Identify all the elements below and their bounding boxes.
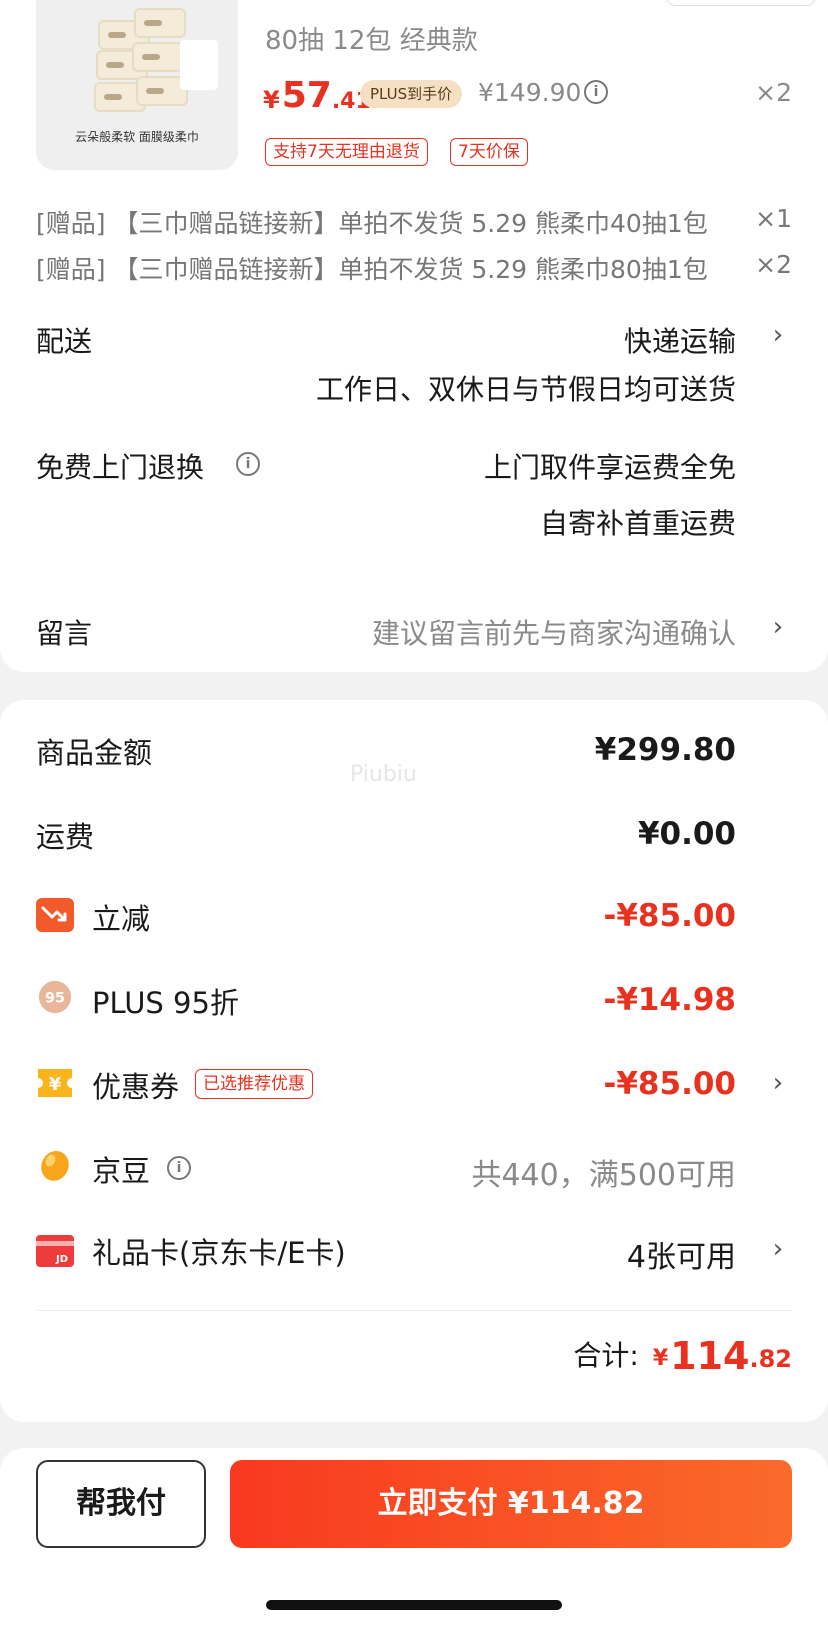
summary-divider — [36, 1310, 792, 1311]
gift-card-icon-text: JD — [55, 1254, 68, 1265]
shipping-label: 运费 — [36, 820, 95, 854]
service-tag-price-protect: 7天价保 — [450, 138, 528, 166]
coupon-label: 优惠券 — [92, 1070, 180, 1104]
message-label: 留言 — [36, 617, 93, 650]
product-pack-graphic — [134, 8, 186, 38]
coupon-recommended-badge: 已选推荐优惠 — [195, 1069, 313, 1099]
price-summary-card — [0, 700, 828, 1422]
help-pay-button[interactable]: 帮我付 — [36, 1460, 206, 1548]
product-pack-graphic — [132, 42, 184, 72]
plus-discount-value: -¥14.98 — [603, 982, 737, 1018]
chevron-right-icon[interactable]: › — [764, 612, 792, 642]
delivery-label: 配送 — [36, 325, 93, 358]
info-icon[interactable]: i — [236, 452, 260, 476]
plus-discount-label: PLUS 95折 — [92, 986, 239, 1020]
jingdou-label: 京豆 — [92, 1154, 151, 1188]
gift-item: [赠品] 【三巾赠品链接新】单拍不发货 5.29 熊柔巾40抽1包 ×1 — [36, 204, 792, 240]
instant-discount-label: 立减 — [92, 902, 151, 936]
product-quantity: ×2 — [755, 78, 792, 107]
gift-item: [赠品] 【三巾赠品链接新】单拍不发货 5.29 熊柔巾80抽1包 ×2 — [36, 250, 792, 286]
total-decimal: .82 — [749, 1345, 792, 1373]
plus-95-icon-text: 95 — [45, 990, 65, 1006]
gift-card-value[interactable]: 4张可用 — [627, 1232, 736, 1276]
jingdou-value: 共440，满500可用 — [471, 1158, 736, 1193]
info-icon[interactable]: i — [584, 80, 608, 104]
gift-card-label: 礼品卡(京东卡/E卡) — [92, 1236, 346, 1270]
price-currency: ¥ — [263, 86, 280, 114]
gift-item-text: [赠品] 【三巾赠品链接新】单拍不发货 5.29 熊柔巾80抽1包 — [36, 255, 708, 284]
instant-discount-value: -¥85.00 — [603, 898, 737, 934]
gift-card-icon: JD — [36, 1235, 74, 1267]
gift-item-qty: ×2 — [755, 250, 792, 279]
goods-amount-value: ¥299.80 — [594, 732, 736, 768]
coupon-icon-text: ¥ — [49, 1074, 62, 1095]
chevron-right-icon[interactable]: › — [764, 1068, 792, 1098]
instant-discount-icon — [36, 898, 74, 932]
product-spec: 80抽 12包 经典款 — [265, 26, 478, 56]
coupon-icon: ¥ — [38, 1069, 72, 1097]
delivery-method[interactable]: 快递运输 — [624, 320, 736, 360]
chevron-right-icon[interactable]: › — [764, 1234, 792, 1264]
return-service-line1: 上门取件享运费全免 — [483, 451, 736, 484]
message-input[interactable]: 建议留言前先与商家沟通确认 — [372, 612, 736, 652]
shipping-value: ¥0.00 — [637, 816, 736, 852]
pay-now-button[interactable]: 立即支付 ¥114.82 — [230, 1460, 792, 1548]
return-service-label: 免费上门退换 — [36, 451, 205, 484]
plus-price-tag: PLUS到手价 — [360, 80, 463, 108]
coupon-value[interactable]: -¥85.00 — [604, 1066, 737, 1102]
order-items-card: 云朵般柔软 面膜级柔巾 80抽 12包 经典款 ¥ 57 .41 PLUS到手价… — [0, 0, 828, 672]
return-service-line2: 自寄补首重运费 — [539, 507, 736, 540]
gift-item-qty: ×1 — [755, 204, 792, 233]
watermark: Piubiu — [350, 762, 417, 787]
product-image[interactable]: 云朵般柔软 面膜级柔巾 — [36, 0, 238, 170]
total-integer: 114 — [670, 1334, 750, 1378]
order-total: 合计: ¥ 114 .82 — [573, 1336, 792, 1376]
info-icon[interactable]: i — [167, 1156, 191, 1180]
plus-95-icon: 95 — [38, 980, 72, 1014]
jingdou-bean-icon — [41, 1150, 69, 1181]
original-price: ¥149.90 — [478, 78, 582, 107]
goods-amount-label: 商品金额 — [36, 736, 153, 770]
product-image-tagline: 云朵般柔软 面膜级柔巾 — [75, 130, 199, 144]
total-label: 合计: — [573, 1339, 639, 1372]
home-indicator[interactable] — [266, 1600, 562, 1610]
floating-pill — [666, 0, 816, 6]
chevron-right-icon[interactable]: › — [764, 320, 792, 350]
total-currency: ¥ — [652, 1346, 669, 1371]
service-tag-return: 支持7天无理由退货 — [265, 138, 428, 166]
delivery-note: 工作日、双休日与节假日均可送货 — [315, 373, 736, 406]
product-label-card — [180, 40, 218, 90]
gift-item-text: [赠品] 【三巾赠品链接新】单拍不发货 5.29 熊柔巾40抽1包 — [36, 209, 708, 238]
price-integer: 57 — [281, 75, 332, 116]
